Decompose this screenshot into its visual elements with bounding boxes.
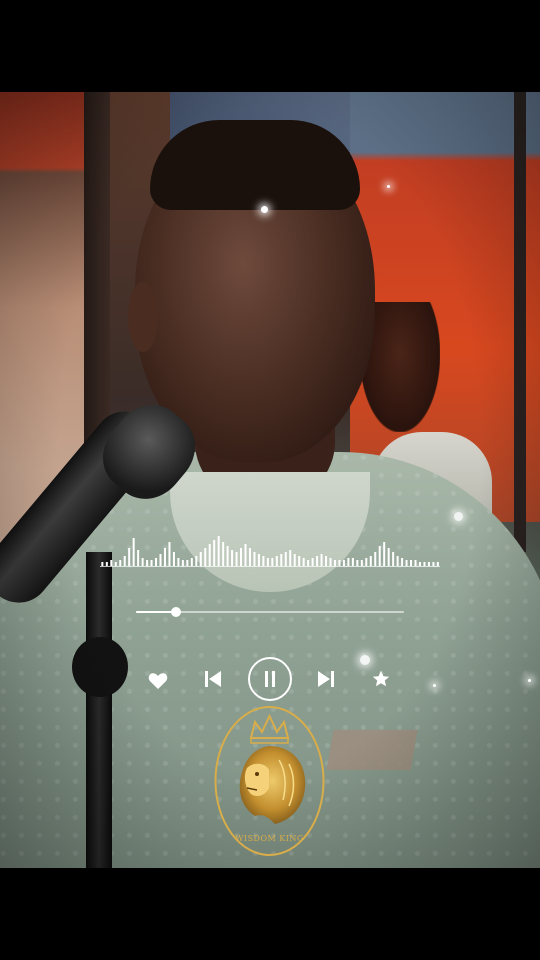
waveform-bar bbox=[275, 556, 278, 566]
logo-text: WISDOM KING bbox=[235, 834, 304, 843]
waveform-bar bbox=[383, 542, 386, 566]
waveform-bar bbox=[365, 558, 368, 566]
waveform-bar bbox=[231, 550, 234, 566]
waveform-bar bbox=[325, 556, 328, 566]
waveform-bar bbox=[195, 556, 198, 566]
waveform-bar bbox=[329, 558, 332, 566]
waveform-bar bbox=[137, 550, 140, 566]
top-letterbox bbox=[0, 0, 540, 92]
skip-back-icon bbox=[205, 671, 221, 687]
waveform-bar bbox=[289, 550, 292, 566]
waveform-bar bbox=[302, 558, 305, 566]
waveform-bar bbox=[222, 542, 225, 566]
waveform-bar bbox=[257, 554, 260, 566]
waveform-bar bbox=[213, 540, 216, 566]
waveform-bar bbox=[311, 558, 314, 566]
pause-icon bbox=[265, 671, 275, 687]
waveform-bar bbox=[217, 536, 220, 566]
waveform-bar bbox=[155, 558, 158, 566]
waveform-bar bbox=[163, 548, 166, 566]
waveform-bar bbox=[159, 554, 162, 566]
previous-track-button[interactable] bbox=[202, 668, 224, 690]
waveform-bar bbox=[208, 544, 211, 566]
sparkle bbox=[433, 684, 436, 687]
waveform-bar bbox=[235, 552, 238, 566]
waveform-bar bbox=[351, 558, 354, 566]
waveform-bar bbox=[396, 556, 399, 566]
waveform-bar bbox=[123, 556, 126, 566]
favorite-button[interactable] bbox=[370, 668, 392, 690]
waveform-bar bbox=[128, 548, 131, 566]
waveform-bar bbox=[177, 558, 180, 566]
next-track-button[interactable] bbox=[315, 668, 337, 690]
waveform-bar bbox=[190, 558, 193, 566]
waveform-bar bbox=[244, 544, 247, 566]
waveform-bar bbox=[284, 552, 287, 566]
waveform-bar bbox=[378, 546, 381, 566]
waveform-bar bbox=[248, 548, 251, 566]
waveform-bar bbox=[347, 558, 350, 566]
heart-icon bbox=[148, 673, 168, 689]
waveform-bar bbox=[240, 548, 243, 566]
waveform-bar bbox=[401, 558, 404, 566]
waveform-bar bbox=[298, 556, 301, 566]
waveform-baseline bbox=[100, 566, 440, 567]
sparkle bbox=[261, 206, 268, 213]
waveform-bar bbox=[199, 552, 202, 566]
waveform-bar bbox=[266, 558, 269, 566]
waveform-bar bbox=[168, 542, 171, 566]
waveform-bar bbox=[320, 554, 323, 566]
waveform-bar bbox=[253, 552, 256, 566]
waveform-bar bbox=[374, 552, 377, 566]
waveform-bar bbox=[271, 558, 274, 566]
sparkle bbox=[528, 679, 531, 682]
star-icon bbox=[372, 670, 390, 687]
waveform-bar bbox=[132, 538, 135, 566]
bottom-letterbox bbox=[0, 868, 540, 960]
sparkle bbox=[454, 512, 463, 521]
waveform-bar bbox=[204, 548, 207, 566]
waveform-bar bbox=[387, 548, 390, 566]
pause-button[interactable] bbox=[248, 657, 292, 701]
waveform-bar bbox=[316, 556, 319, 566]
sparkle bbox=[387, 185, 390, 188]
waveform-bar bbox=[293, 554, 296, 566]
waveform-bar bbox=[226, 546, 229, 566]
sparkle bbox=[360, 655, 370, 665]
waveform-bar bbox=[392, 552, 395, 566]
skip-forward-icon bbox=[318, 671, 334, 687]
seek-bar[interactable] bbox=[136, 607, 404, 617]
like-button[interactable] bbox=[146, 670, 170, 692]
waveform-bar bbox=[172, 552, 175, 566]
waveform-bar bbox=[369, 556, 372, 566]
waveform-bar bbox=[280, 554, 283, 566]
waveform-bar bbox=[141, 558, 144, 566]
seek-bar-progress bbox=[136, 611, 177, 613]
waveform-bar bbox=[262, 556, 265, 566]
